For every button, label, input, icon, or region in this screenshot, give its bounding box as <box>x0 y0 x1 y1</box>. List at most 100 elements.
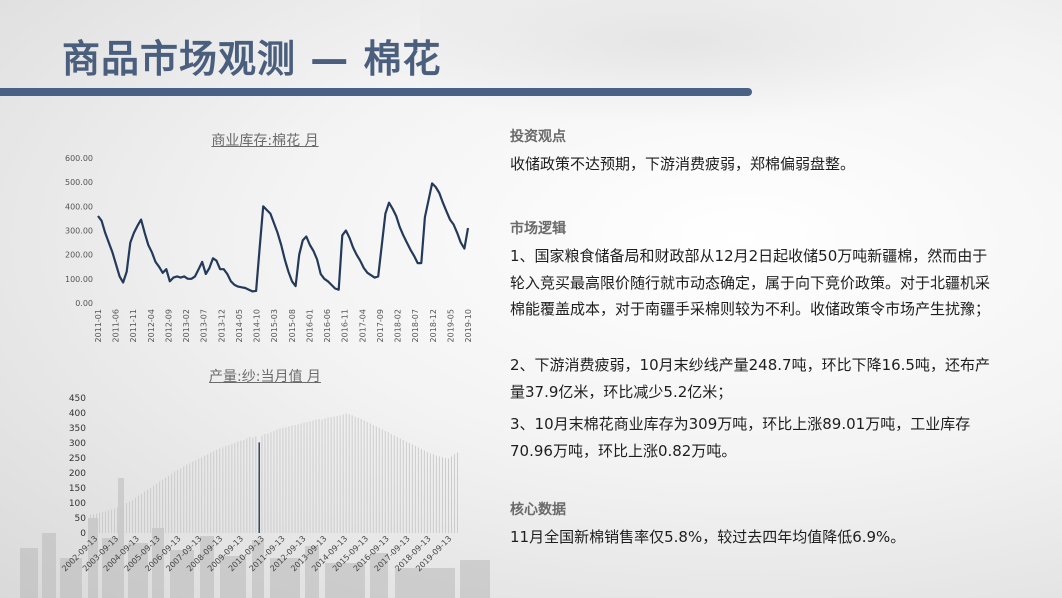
chart2-bar <box>324 418 326 533</box>
chart2-bar <box>219 448 221 533</box>
chart2-bar <box>240 440 242 533</box>
chart2-bar <box>399 438 401 533</box>
chart1-x-tick-label: 2018-07 <box>411 309 420 342</box>
chart2-bar <box>207 454 209 533</box>
chart2-bar <box>114 509 115 533</box>
chart1-y-tick-label: 400.00 <box>65 202 93 211</box>
chart2-bar <box>306 422 308 533</box>
chart2-bar <box>288 426 290 533</box>
chart2-bar <box>445 458 446 533</box>
chart2-bar <box>228 445 230 533</box>
chart2-bar <box>105 511 106 533</box>
chart2-bar <box>294 425 296 533</box>
chart2-bar <box>454 454 455 533</box>
chart2-bar <box>345 413 347 533</box>
inventory-line-chart: 600.00 500.00 400.00 300.00 200.00 100.00 0.00… <box>65 154 473 342</box>
chart1-x-tick-label: 2014-05 <box>235 309 244 342</box>
chart2-bar <box>177 470 179 533</box>
chart2-bar <box>451 456 452 533</box>
chart2-bar <box>216 449 218 533</box>
market-logic-point-2: 2、下游消费疲弱，10月末纱线产量248.7吨，环比下降16.5吨，还布产量37… <box>510 356 990 401</box>
chart2-bar <box>135 497 136 533</box>
chart2-bar <box>417 447 419 533</box>
chart2-bar <box>315 419 317 533</box>
chart2-bar <box>435 455 437 533</box>
chart2-bar <box>111 509 112 533</box>
chart1-x-tick-label: 2014-10 <box>253 309 262 342</box>
chart2-bar <box>231 444 233 533</box>
market-logic-heading: 市场逻辑 <box>510 221 566 237</box>
chart1-x-tick-label: 2018-12 <box>429 309 438 342</box>
chart2-y-tick-label: 450 <box>69 394 86 404</box>
chart2-bar <box>442 457 443 533</box>
investment-view-heading: 投资观点 <box>510 129 566 145</box>
chart2-bar <box>378 428 380 533</box>
chart1-x-tick-label: 2011-11 <box>129 309 138 342</box>
chart2-bar <box>448 458 449 533</box>
chart2-bar <box>126 503 127 533</box>
chart2-bar <box>405 441 407 533</box>
chart2-bar <box>195 460 197 533</box>
chart2-bar <box>159 481 161 533</box>
market-logic-point-1: 1、国家粮食储备局和财政部从12月2日起收储50万吨新疆棉，然而由于轮入竞买最高… <box>510 247 991 318</box>
chart2-bar <box>171 473 173 533</box>
chart2-title: 产量:纱:当月值 月 <box>209 369 321 385</box>
world-map-background <box>420 0 1062 140</box>
chart2-bar <box>291 425 293 533</box>
market-logic-point-3: 3、10月末棉花商业库存为309万吨，环比上涨89.01万吨，工业库存70.96… <box>510 415 971 460</box>
chart2-bar <box>138 495 139 533</box>
chart2-bar <box>327 417 329 533</box>
chart2-bar <box>174 471 176 533</box>
chart2-bar <box>123 504 124 533</box>
chart2-bar <box>249 437 251 533</box>
chart2-bar <box>204 455 206 533</box>
chart2-bar <box>309 421 311 533</box>
chart2-bar <box>273 431 275 533</box>
chart2-bar <box>432 454 434 533</box>
chart2-bar <box>93 514 94 533</box>
chart2-bar <box>457 452 458 533</box>
chart2-bar <box>165 477 167 533</box>
chart2-bar <box>108 510 109 533</box>
chart2-bar <box>408 443 410 533</box>
chart2-bar <box>423 450 425 533</box>
chart2-bar <box>96 513 97 533</box>
chart2-bar <box>363 420 365 533</box>
chart2-bar <box>150 488 152 533</box>
chart2-bar <box>414 446 416 533</box>
chart1-x-tick-label: 2013-12 <box>217 309 226 342</box>
chart2-bar <box>117 507 118 533</box>
chart2-bar <box>201 457 203 533</box>
chart1-x-tick-label: 2017-04 <box>358 309 367 342</box>
chart1-x-tick-label: 2016-06 <box>323 309 332 342</box>
chart2-bar <box>270 432 272 533</box>
chart2-bar <box>267 433 269 533</box>
chart2-bar <box>429 453 431 533</box>
chart2-bar <box>276 429 278 533</box>
chart2-bar <box>396 437 398 533</box>
chart2-bar <box>279 428 281 533</box>
chart1-x-tick-label: 2016-01 <box>305 309 314 342</box>
chart1-y-tick-label: 600.00 <box>65 154 93 163</box>
investment-view-text: 收储政策不达预期，下游消费疲弱，郑棉偏弱盘整。 <box>510 155 856 173</box>
chart1-y-tick-label: 500.00 <box>65 178 93 187</box>
chart2-bar <box>387 432 389 533</box>
chart2-bar <box>357 417 359 533</box>
chart2-bar <box>120 506 121 533</box>
chart2-bar <box>213 451 215 533</box>
chart2-bar <box>183 466 185 533</box>
chart2-y-tick-label: 100 <box>69 499 86 509</box>
chart2-bar <box>348 414 350 533</box>
chart2-bar <box>393 435 395 533</box>
chart2-bar <box>384 431 386 533</box>
core-data-text: 11月全国新棉销售率仅5.8%，较过去四年均值降低6.9%。 <box>510 528 906 546</box>
chart2-bar <box>420 449 422 533</box>
chart1-x-tick-label: 2013-02 <box>182 309 191 342</box>
chart2-bar <box>366 422 368 533</box>
chart2-bar <box>144 491 145 533</box>
chart2-bar <box>402 440 404 533</box>
chart1-x-tick-label: 2012-09 <box>164 309 173 342</box>
chart2-bar <box>333 416 335 533</box>
chart1-x-tick-label: 2015-03 <box>270 309 279 342</box>
chart2-bar <box>342 414 344 533</box>
